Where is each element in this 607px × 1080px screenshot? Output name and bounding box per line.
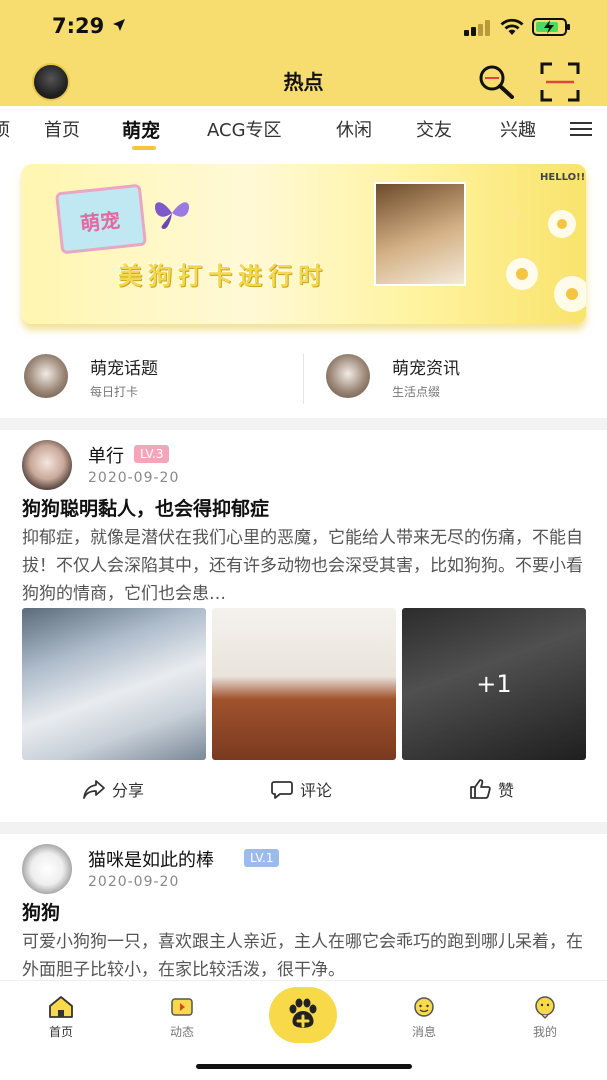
post-gallery: +1: [22, 608, 586, 760]
banner-photo: [374, 182, 466, 286]
banner-hello: HELLO!!: [540, 172, 586, 183]
paw-plus-icon: [289, 998, 317, 1028]
category-divider: [303, 354, 304, 404]
banner-slogan: 美狗打卡进行时: [118, 261, 328, 290]
battery-charging-icon: [532, 18, 570, 36]
pet-news-thumbnail: [326, 354, 370, 398]
nav-messages-label: 消息: [411, 1025, 436, 1039]
create-post-button[interactable]: [269, 987, 337, 1043]
tab-acg[interactable]: ACG专区: [207, 116, 282, 142]
status-bar: 7:29: [0, 0, 607, 56]
post-body[interactable]: 可爱小狗狗一只，喜欢跟主人亲近，主人在哪它会乖巧的跑到哪儿呆着，在外面胆子比较小…: [22, 928, 590, 984]
nav-profile-label: 我的: [532, 1025, 557, 1039]
pet-topics-subtitle: 每日打卡: [90, 385, 139, 399]
nav-profile[interactable]: 我的: [510, 995, 580, 1045]
post-actions: 分享 评论 赞: [0, 762, 607, 818]
author-name[interactable]: 猫咪是如此的棒: [88, 846, 214, 872]
pet-news-link[interactable]: 萌宠资讯 生活点缀: [326, 344, 606, 410]
post-image[interactable]: [212, 608, 396, 760]
post-title[interactable]: 狗狗: [22, 898, 60, 925]
flowers-decoration: [504, 206, 586, 312]
post-date: 2020-09-20: [88, 470, 180, 486]
nav-home[interactable]: 首页: [26, 995, 96, 1045]
post-card[interactable]: 单行 LV.3 2020-09-20 狗狗聪明黏人，也会得抑郁症 抑郁症，就像是…: [0, 430, 607, 822]
promo-banner[interactable]: 萌宠 美狗打卡进行时 HELLO!!: [22, 164, 586, 324]
comment-icon: [271, 781, 293, 799]
banner-tag: 萌宠: [79, 207, 122, 237]
post-card[interactable]: 猫咪是如此的棒 LV.1 2020-09-20 狗狗 可爱小狗狗一只，喜欢跟主人…: [0, 834, 607, 994]
home-indicator: [196, 1064, 412, 1069]
tab-home[interactable]: 首页: [44, 116, 80, 142]
tab-pets[interactable]: 萌宠: [122, 116, 160, 143]
level-badge: LV.3: [134, 445, 170, 463]
more-images-count: +1: [402, 608, 586, 760]
profile-icon: [535, 996, 555, 1019]
comment-label: 评论: [300, 781, 333, 800]
tab-friends[interactable]: 交友: [416, 116, 452, 142]
post-image[interactable]: [22, 608, 206, 760]
wifi-icon: [500, 18, 524, 35]
nav-feed[interactable]: 动态: [147, 995, 217, 1045]
pet-topics-thumbnail: [24, 354, 68, 398]
post-image[interactable]: +1: [402, 608, 586, 760]
video-icon: [171, 998, 193, 1016]
status-time: 7:29: [52, 14, 105, 38]
pet-news-subtitle: 生活点缀: [392, 385, 441, 399]
message-icon: [414, 997, 434, 1017]
tab-interests[interactable]: 兴趣: [500, 116, 536, 142]
banner-section: 萌宠 美狗打卡进行时 HELLO!! 萌宠话题 每日打卡 萌宠资讯 生活点缀: [0, 154, 607, 418]
top-bar: 7:29 热点: [0, 0, 607, 106]
level-badge: LV.1: [244, 849, 280, 867]
home-icon: [49, 996, 73, 1018]
author-avatar[interactable]: [22, 440, 72, 490]
pet-news-title: 萌宠资讯: [392, 359, 460, 379]
nav-messages[interactable]: 消息: [389, 995, 459, 1045]
post-body[interactable]: 抑郁症，就像是潜伏在我们心里的恶魔，它能给人带来无尽的伤痛，不能自拔！不仅人会深…: [22, 524, 590, 608]
location-arrow-icon: [113, 19, 125, 31]
pet-topics-title: 萌宠话题: [90, 359, 158, 379]
like-label: 赞: [498, 781, 515, 800]
post-date: 2020-09-20: [88, 874, 180, 890]
pet-topics-link[interactable]: 萌宠话题 每日打卡: [24, 344, 304, 410]
nav-feed-label: 动态: [169, 1025, 194, 1039]
search-icon[interactable]: [476, 62, 516, 102]
nav-home-label: 首页: [48, 1025, 73, 1039]
tab-leisure[interactable]: 休闲: [336, 116, 372, 142]
author-name[interactable]: 单行: [88, 442, 124, 468]
post-title[interactable]: 狗狗聪明黏人，也会得抑郁症: [22, 494, 269, 521]
share-icon: [83, 780, 105, 799]
active-tab-indicator: [132, 146, 156, 150]
scan-icon[interactable]: [540, 62, 580, 102]
category-tabs: 项 首页 萌宠 ACG专区 休闲 交友 兴趣: [0, 106, 607, 154]
cellular-signal-icon: [464, 20, 490, 36]
share-label: 分享: [112, 781, 145, 800]
thumbs-up-icon: [470, 779, 491, 799]
menu-icon[interactable]: [566, 118, 596, 142]
tab-item[interactable]: 项: [0, 116, 10, 142]
butterfly-icon: [154, 202, 190, 229]
author-avatar[interactable]: [22, 844, 72, 894]
